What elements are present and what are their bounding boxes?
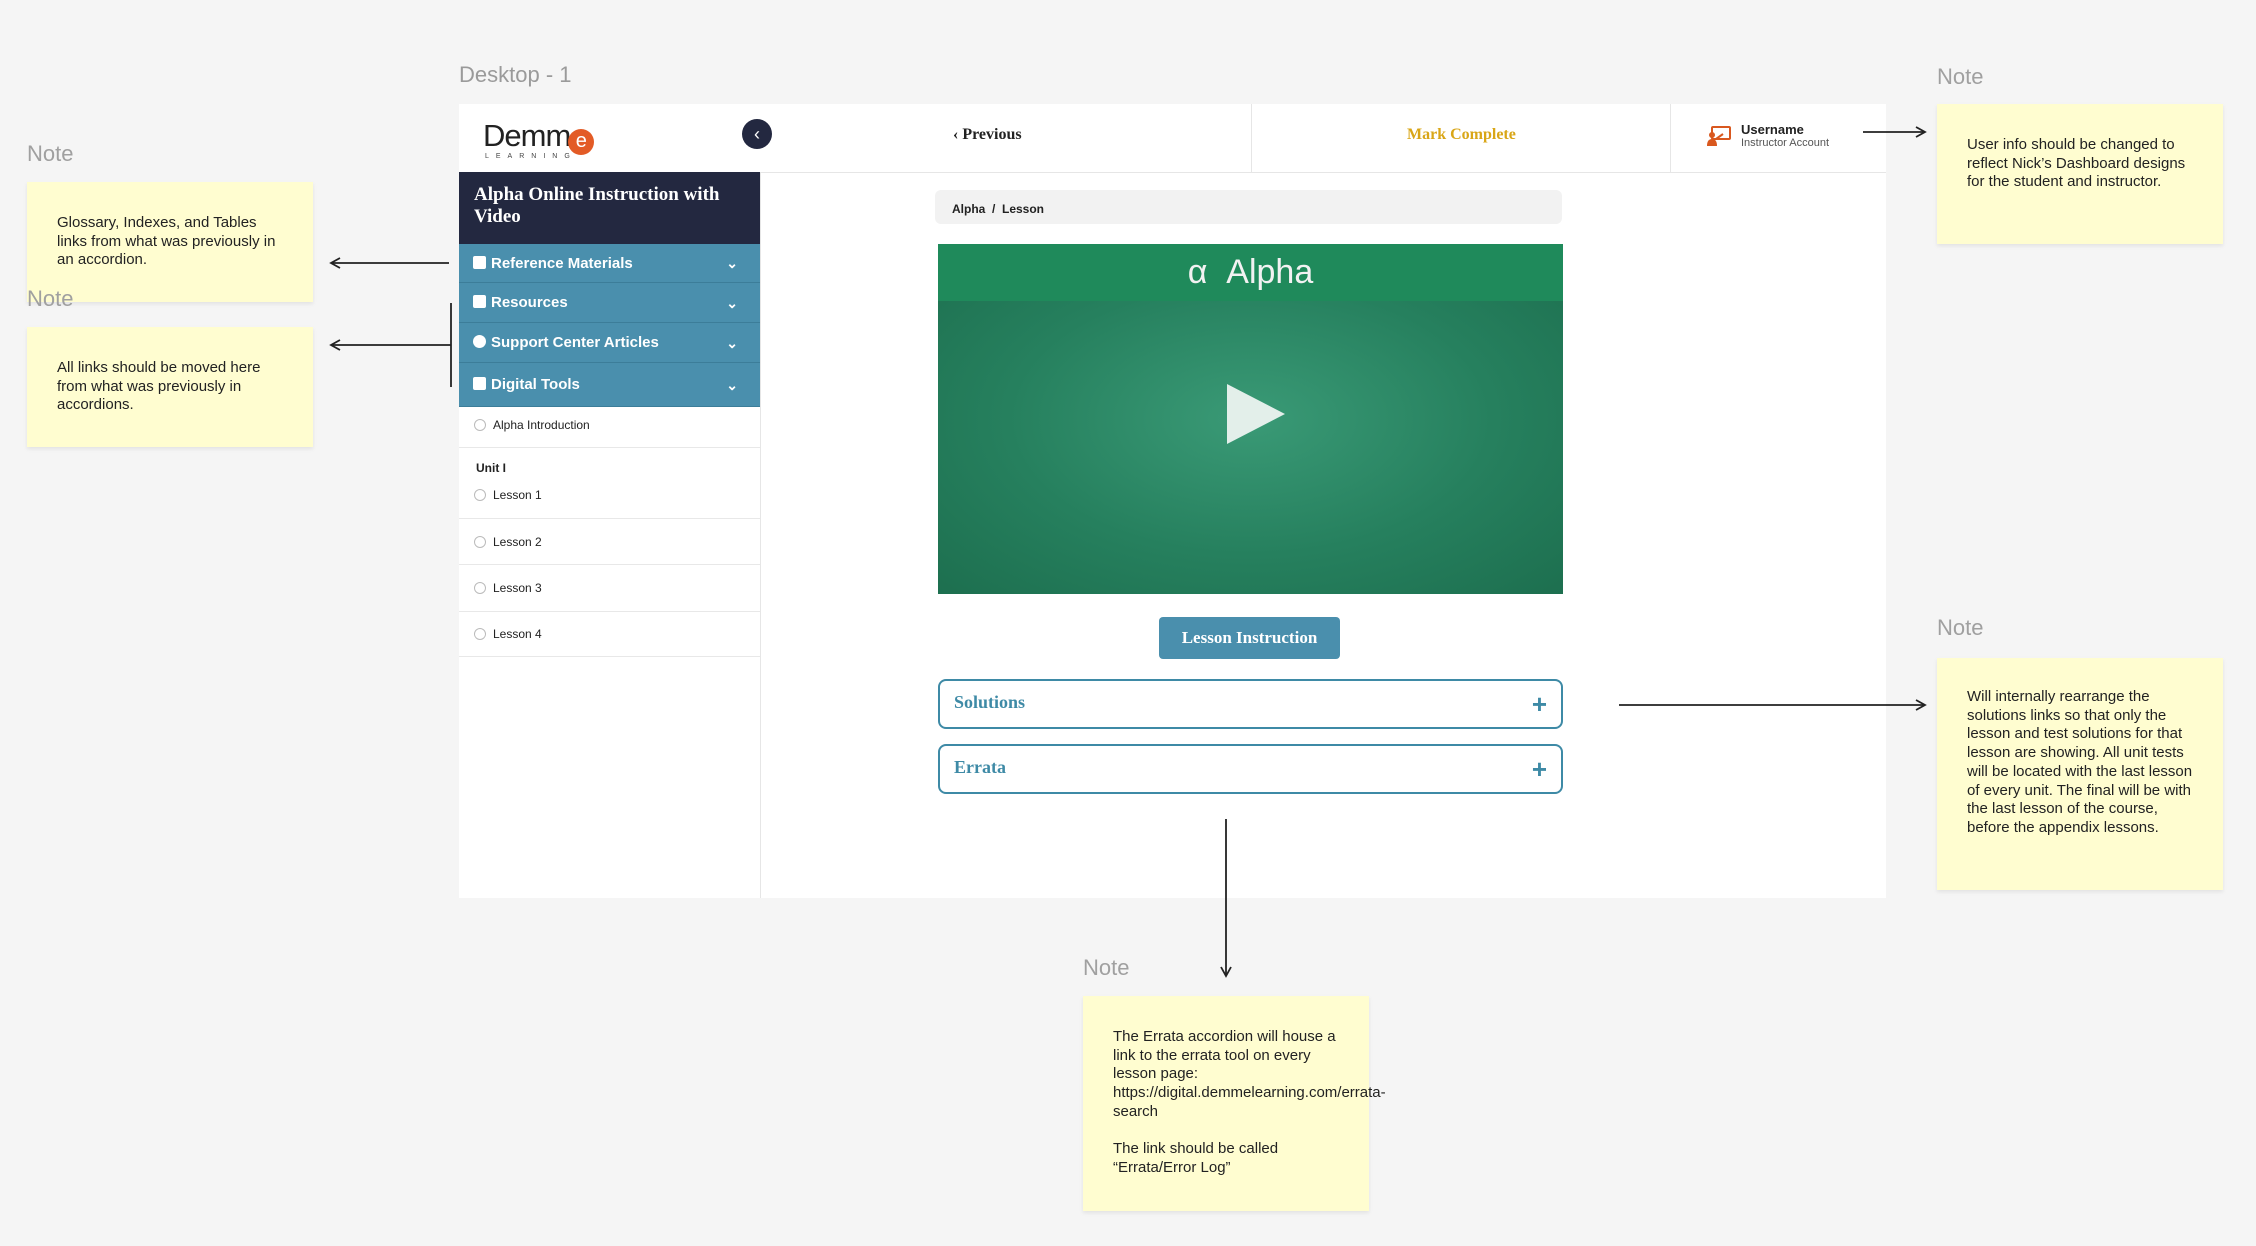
- annotation-arrows: [329, 126, 1927, 978]
